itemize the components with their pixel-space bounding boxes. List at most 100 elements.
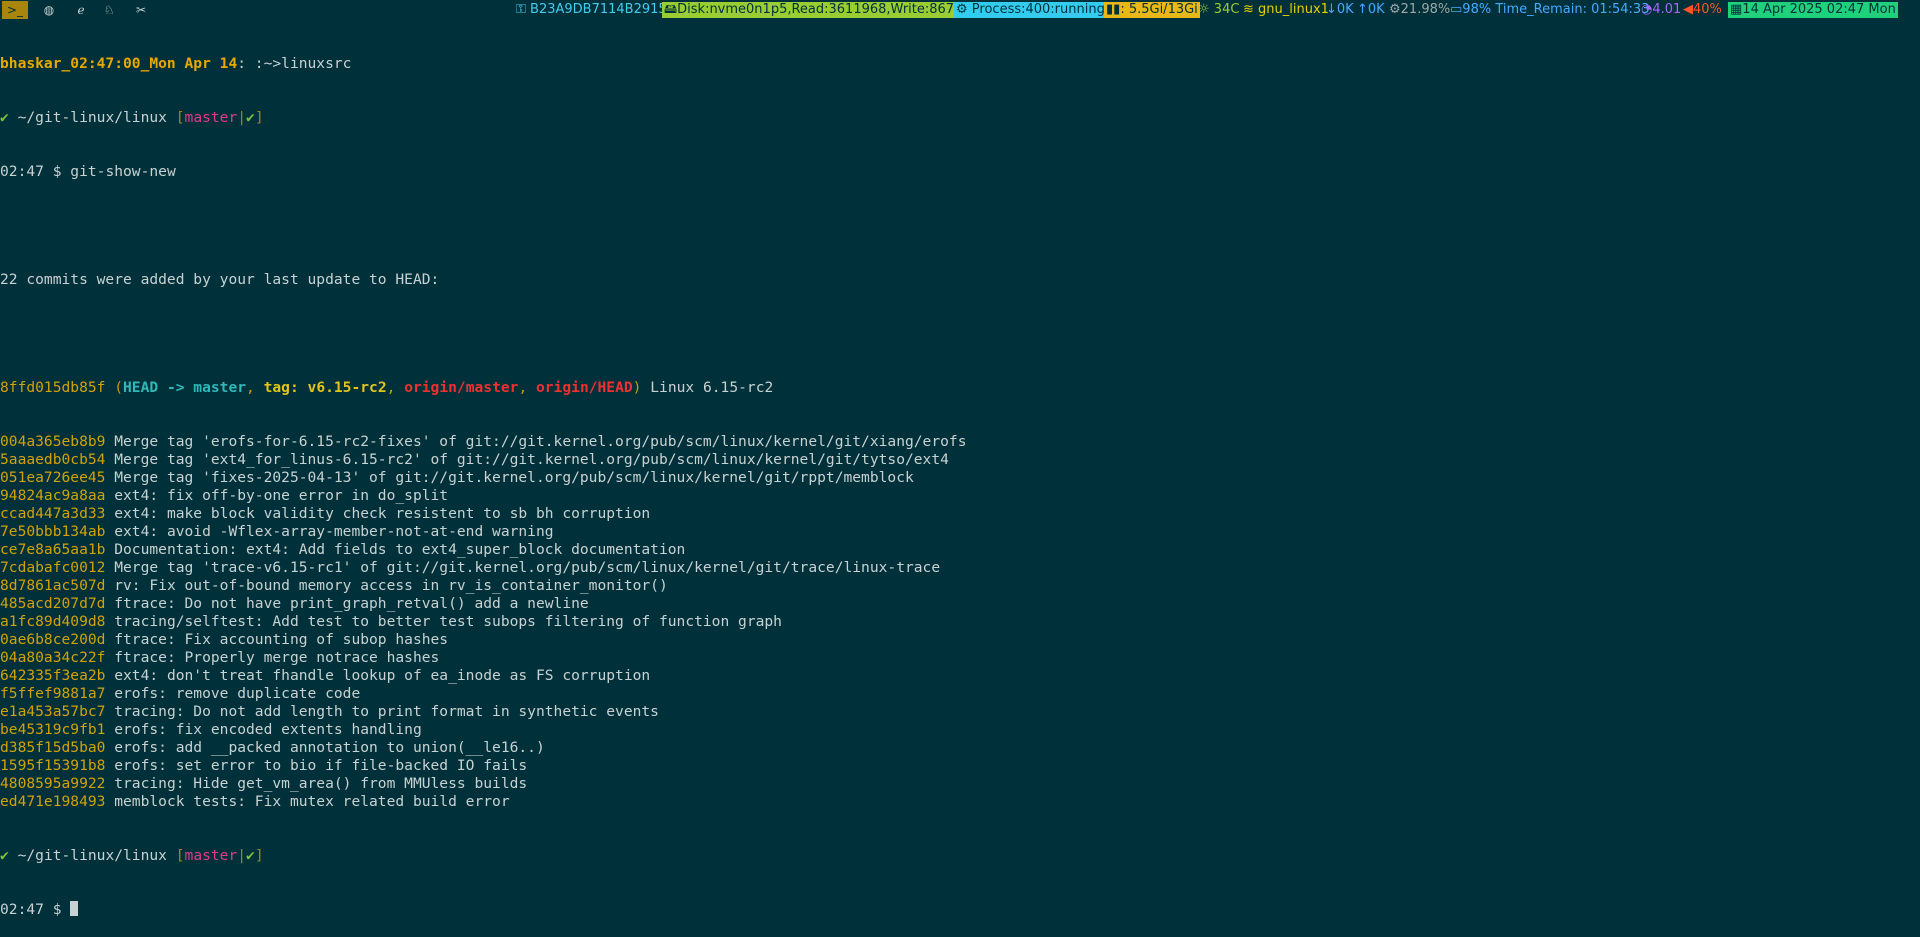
battery-indicator: ▭98% Time_Remain: 01:54:33 bbox=[1450, 2, 1649, 18]
workspace-terminal-icon[interactable]: >_ bbox=[2, 1, 28, 19]
commit-hash: 0ae6b8ce200d bbox=[0, 631, 106, 648]
commit-row: e1a453a57bc7 tracing: Do not add length … bbox=[0, 703, 966, 721]
commit-message: ext4: fix off-by-one error in do_split bbox=[105, 487, 449, 504]
check-icon: ✔ bbox=[0, 847, 9, 864]
commit-row: 5aaaedb0cb54 Merge tag 'ext4_for_linus-6… bbox=[0, 451, 966, 469]
process-icon: ⚙ bbox=[956, 2, 972, 17]
check-icon: ✔ bbox=[0, 109, 9, 126]
commit-row: 7e50bbb134ab ext4: avoid -Wflex-array-me… bbox=[0, 523, 966, 541]
command-line: 02:47 $ git-show-new bbox=[0, 163, 966, 181]
process-indicator: ⚙ Process:400:running:2 bbox=[954, 2, 1120, 18]
prompt-dollar: $ bbox=[43, 163, 71, 180]
commit-hash: 004a365eb8b9 bbox=[0, 433, 106, 450]
commit-row: 485acd207d7d ftrace: Do not have print_g… bbox=[0, 595, 966, 613]
memory-indicator: ▮▮: 5.5Gi/13Gi bbox=[1104, 2, 1200, 18]
commit-hash: 485acd207d7d bbox=[0, 595, 106, 612]
commit-message: Merge tag 'trace-v6.15-rc1' of git://git… bbox=[105, 559, 941, 576]
commit-row: 94824ac9a8aa ext4: fix off-by-one error … bbox=[0, 487, 966, 505]
memory-text: : 5.5Gi/13Gi bbox=[1120, 2, 1198, 17]
commit-message: memblock tests: Fix mutex related build … bbox=[105, 793, 510, 810]
temperature-text: 34C bbox=[1213, 2, 1240, 17]
commit-hash: 7cdabafc0012 bbox=[0, 559, 106, 576]
gpg-key-indicator: ⚿ B23A9DB7114B2915 bbox=[516, 2, 667, 18]
load-indicator: ◔4.01 bbox=[1641, 2, 1681, 18]
commit-row: 004a365eb8b9 Merge tag 'erofs-for-6.15-r… bbox=[0, 433, 966, 451]
commit-hash: a1fc89d409d8 bbox=[0, 613, 106, 630]
workspace-firefox-icon[interactable]: ◍ bbox=[36, 1, 62, 19]
clean-check-icon: ✔ bbox=[246, 847, 255, 864]
text-cursor[interactable] bbox=[70, 901, 79, 916]
commit-row: 7cdabafc0012 Merge tag 'trace-v6.15-rc1'… bbox=[0, 559, 966, 577]
commit-message: ext4: avoid -Wflex-array-member-not-at-e… bbox=[105, 523, 554, 540]
status-bar: >_ ◍ ℯ ♘ ✂ ⚿ B23A9DB7114B2915 🖴Disk:nvme… bbox=[0, 0, 1920, 20]
commit-row: ccad447a3d33 ext4: make block validity c… bbox=[0, 505, 966, 523]
wifi-icon: ≋ bbox=[1243, 2, 1259, 17]
commit-message: ftrace: Do not have print_graph_retval()… bbox=[105, 595, 589, 612]
terminal[interactable]: bhaskar_02:47:00_Mon Apr 14: :~>linuxsrc… bbox=[0, 19, 966, 937]
commit-hash: 04a80a34c22f bbox=[0, 649, 106, 666]
cpu-icon: ⚙ bbox=[1389, 2, 1401, 17]
commit-hash: 7e50bbb134ab bbox=[0, 523, 106, 540]
commit-row: ed471e198493 memblock tests: Fix mutex r… bbox=[0, 793, 966, 811]
commit-message: ftrace: Properly merge notrace hashes bbox=[105, 649, 440, 666]
commit-message: Linux 6.15-rc2 bbox=[641, 379, 774, 396]
disk-indicator: 🖴Disk:nvme0n1p5,Read:3611968,Write:86768… bbox=[662, 2, 990, 18]
commit-row: 051ea726ee45 Merge tag 'fixes-2025-04-13… bbox=[0, 469, 966, 487]
prompt-line: ✔ ~/git-linux/linux [master|✔] bbox=[0, 109, 966, 127]
thermometer-icon: ☼ bbox=[1198, 2, 1214, 17]
commit-row: be45319c9fb1 erofs: fix encoded extents … bbox=[0, 721, 966, 739]
commit-hash: 051ea726ee45 bbox=[0, 469, 106, 486]
cwd-label: ~/git-linux/linux bbox=[8, 109, 176, 126]
input-line[interactable]: 02:47 $ bbox=[0, 901, 966, 919]
cwd-label: ~/git-linux/linux bbox=[8, 847, 176, 864]
commit-hash: d385f15d5ba0 bbox=[0, 739, 106, 756]
volume-indicator[interactable]: ◀40% bbox=[1683, 2, 1722, 18]
commit-hash: 4808595a9922 bbox=[0, 775, 106, 792]
commit-message: tracing: Do not add length to print form… bbox=[105, 703, 659, 720]
commit-hash: 8ffd015db85f bbox=[0, 379, 106, 396]
commit-message: Merge tag 'fixes-2025-04-13' of git://gi… bbox=[105, 469, 914, 486]
branch-separator: | bbox=[237, 109, 247, 126]
network-down-indicator: ↓0K bbox=[1326, 2, 1354, 18]
summary-line: 22 commits were added by your last updat… bbox=[0, 271, 440, 288]
date-indicator[interactable]: ▦14 Apr 2025 02:47 Mon bbox=[1728, 2, 1898, 18]
arrow-down-icon: ↓ bbox=[1326, 2, 1337, 17]
commit-row: 0ae6b8ce200d ftrace: Fix accounting of s… bbox=[0, 631, 966, 649]
git-branch-label: master bbox=[184, 109, 238, 126]
temperature-indicator: ☼ 34C bbox=[1198, 2, 1239, 18]
speaker-icon: ◀ bbox=[1683, 2, 1693, 17]
commit-message: tracing: Hide get_vm_area() from MMUless… bbox=[105, 775, 528, 792]
user-time-label: bhaskar_02:47:00_Mon Apr 14 bbox=[0, 55, 238, 72]
commit-hash: e1a453a57bc7 bbox=[0, 703, 106, 720]
wifi-indicator: ≋ gnu_linux1 bbox=[1243, 2, 1329, 18]
battery-text: 98% Time_Remain: 01:54:33 bbox=[1462, 2, 1650, 17]
ref-paren-open: ( bbox=[105, 379, 124, 396]
gpg-key-text: B23A9DB7114B2915 bbox=[530, 2, 667, 17]
wifi-text: gnu_linux1 bbox=[1258, 2, 1329, 17]
commit-hash: 94824ac9a8aa bbox=[0, 487, 106, 504]
commit-row: d385f15d5ba0 erofs: add __packed annotat… bbox=[0, 739, 966, 757]
command-text: git-show-new bbox=[70, 163, 176, 180]
commit-message: erofs: fix encoded extents handling bbox=[105, 721, 422, 738]
commit-hash: 1595f15391b8 bbox=[0, 757, 106, 774]
bracket-close: ] bbox=[254, 109, 264, 126]
workspace-linux-icon[interactable]: ♘ bbox=[96, 1, 122, 19]
commit-message: tracing/selftest: Add test to better tes… bbox=[105, 613, 782, 630]
load-text: 4.01 bbox=[1652, 2, 1682, 17]
gauge-icon: ◔ bbox=[1641, 2, 1653, 17]
network-down-text: 0K bbox=[1336, 2, 1354, 17]
workspace-editor-icon[interactable]: ℯ bbox=[68, 1, 94, 19]
commit-hash: 642335f3ea2b bbox=[0, 667, 106, 684]
calendar-icon: ▦ bbox=[1730, 2, 1743, 17]
commit-message: Merge tag 'ext4_for_linus-6.15-rc2' of g… bbox=[105, 451, 949, 468]
bracket-open: [ bbox=[175, 109, 185, 126]
tag-ref: tag: v6.15-rc2 bbox=[263, 379, 387, 396]
origin-master-ref: origin/master bbox=[404, 379, 519, 396]
process-text: Process:400:running:2 bbox=[971, 2, 1118, 17]
ref-separator: , bbox=[518, 379, 537, 396]
bracket-open: [ bbox=[175, 847, 185, 864]
ref-separator: , bbox=[386, 379, 405, 396]
workspace-tools-icon[interactable]: ✂ bbox=[128, 1, 154, 19]
